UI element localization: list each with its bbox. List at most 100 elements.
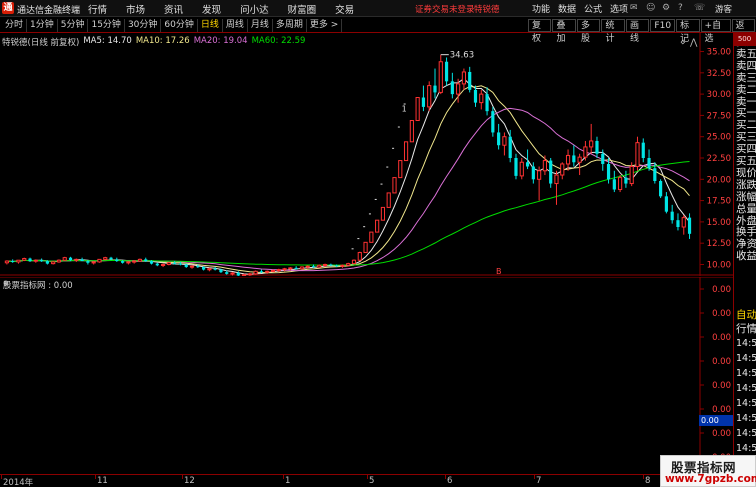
- price-tick-label: 12.50: [707, 239, 731, 249]
- signal-dot: [392, 147, 395, 149]
- tab-more[interactable]: 更多 >: [307, 19, 343, 32]
- candle-body: [121, 261, 125, 263]
- menu-item-gongshi[interactable]: 公式: [584, 2, 602, 15]
- candle-body: [201, 267, 206, 270]
- candle-body: [45, 261, 49, 264]
- candle-body: [653, 168, 657, 181]
- diejia-button[interactable]: 叠加: [552, 19, 576, 44]
- menu-item-jiaoyi[interactable]: 交易: [335, 2, 354, 16]
- fuquan-button[interactable]: 复权: [528, 19, 552, 44]
- menu-item-caifuquan[interactable]: 财富圈: [288, 2, 317, 16]
- settings-icon[interactable]: ⚙: [662, 3, 672, 13]
- candle-body: [531, 166, 535, 180]
- menu-item-hangqing[interactable]: 行情: [88, 2, 107, 16]
- signal-dot: [386, 166, 389, 168]
- signal-marker: 1: [402, 105, 407, 114]
- quote-side-panel: 委比卖五卖四卖三卖二卖一买一买二买三买四买五现价涨跌涨幅总量外盘换手净资收益自动…: [733, 33, 756, 473]
- stock-title[interactable]: 特锐德(日线 前复权): [2, 36, 79, 48]
- candle-body: [253, 270, 258, 275]
- date-tick-label: 12: [184, 476, 195, 486]
- candle-body: [473, 89, 478, 103]
- tongji-button[interactable]: 统计: [601, 19, 625, 44]
- candle-body: [178, 263, 183, 265]
- login-notice[interactable]: 证券交易未登录: [415, 3, 475, 15]
- candle-body: [659, 181, 663, 197]
- signal-dot: [397, 126, 400, 128]
- candle-body: [270, 269, 276, 272]
- tab-5min[interactable]: 5分钟: [58, 19, 89, 32]
- candle-body: [624, 177, 628, 184]
- date-tick: [367, 475, 368, 479]
- quote-field-label: 涨跌: [736, 178, 756, 191]
- price-tick-label: 25.00: [707, 133, 731, 143]
- ticker-label[interactable]: 行情: [736, 323, 756, 335]
- menu-item-faxian[interactable]: 发现: [202, 2, 221, 16]
- indicator-label[interactable]: 股票指标网 : 0.00: [3, 279, 73, 291]
- guest-label[interactable]: 游客: [715, 3, 732, 15]
- candle-body: [115, 259, 119, 262]
- tab-multi-period[interactable]: 多周期: [273, 19, 307, 32]
- candle-body: [427, 85, 432, 108]
- candle-body: [479, 93, 484, 104]
- tab-fenshi[interactable]: 分时: [2, 19, 28, 32]
- tab-weekly[interactable]: 周线: [223, 19, 248, 32]
- candle-body: [311, 266, 316, 268]
- menu-item-gongneng[interactable]: 功能: [532, 2, 550, 15]
- help-icon[interactable]: ?: [678, 3, 688, 13]
- candle-body: [502, 136, 507, 146]
- chart-tool-icon[interactable]: ⋄: [680, 38, 686, 48]
- candle-body: [40, 260, 44, 262]
- signal-dot: [374, 198, 377, 200]
- back-button[interactable]: 返回: [731, 19, 755, 44]
- kline-chart[interactable]: 35.00 32.50 30.00 27.50 25.00 22.50 20.00 17.50…: [0, 33, 733, 276]
- auto-label[interactable]: 自动: [736, 309, 756, 321]
- tab-15min[interactable]: 15分钟: [88, 19, 125, 32]
- notice-stock-name[interactable]: 特锐德: [474, 3, 500, 15]
- candle-body: [144, 259, 148, 262]
- menu-item-zixun[interactable]: 资讯: [164, 2, 183, 16]
- candle-body: [351, 259, 357, 265]
- menu-item-shichang[interactable]: 市场: [126, 2, 145, 16]
- menu-item-shuju[interactable]: 数据: [558, 2, 576, 15]
- date-tick-label: 8: [645, 476, 651, 486]
- menu-item-xuanxiang[interactable]: 选项: [610, 2, 628, 15]
- candle-body: [103, 257, 108, 260]
- f10-button[interactable]: F10: [650, 19, 676, 32]
- tab-1min[interactable]: 1分钟: [27, 19, 58, 32]
- date-tick: [534, 475, 535, 479]
- tab-30min[interactable]: 30分钟: [125, 19, 162, 32]
- candle-body: [375, 219, 380, 233]
- ma5-line: [6, 77, 690, 275]
- tab-monthly[interactable]: 月线: [248, 19, 273, 32]
- tick-time: 14:56: [736, 428, 756, 439]
- candle-body: [676, 220, 680, 227]
- indicator-tick-label: 0.00: [712, 285, 731, 295]
- candle-body: [305, 265, 310, 268]
- phone-icon[interactable]: ☏: [694, 3, 705, 13]
- biaoji-button[interactable]: 标记: [676, 19, 700, 44]
- candle-body: [415, 97, 420, 122]
- chart-expand-icon[interactable]: ⋀: [689, 38, 698, 48]
- add-watchlist-button[interactable]: +自选: [700, 19, 731, 44]
- candle-body: [230, 272, 235, 275]
- tab-60min[interactable]: 60分钟: [161, 19, 198, 32]
- candle-body: [62, 257, 67, 261]
- candle-body: [519, 161, 524, 177]
- tab-daily[interactable]: 日线: [198, 19, 223, 32]
- period-tabs: 分时 1分钟 5分钟 15分钟 30分钟 60分钟 日线 周线 月线 多周期 更…: [2, 19, 343, 32]
- candle-body: [97, 258, 102, 263]
- indicator-chart[interactable]: 0.000.000.000.000.000.000.000.00: [0, 277, 733, 474]
- candle-body: [189, 265, 195, 268]
- duogu-button[interactable]: 多股: [576, 19, 601, 44]
- period-bar: 分时 1分钟 5分钟 15分钟 30分钟 60分钟 日线 周线 月线 多周期 更…: [0, 18, 756, 44]
- candle-body: [398, 160, 403, 179]
- huaxian-button[interactable]: 画线: [625, 19, 650, 44]
- candle-body: [357, 252, 362, 261]
- tick-time: 14:56: [736, 398, 756, 409]
- menu-item-wenxiaoda[interactable]: 问小达: [240, 2, 269, 16]
- candle-body: [560, 163, 565, 176]
- mail-icon[interactable]: ✉: [630, 3, 640, 13]
- candle-body: [508, 136, 512, 158]
- user-icon[interactable]: ☺: [646, 3, 656, 13]
- candle-body: [207, 268, 212, 271]
